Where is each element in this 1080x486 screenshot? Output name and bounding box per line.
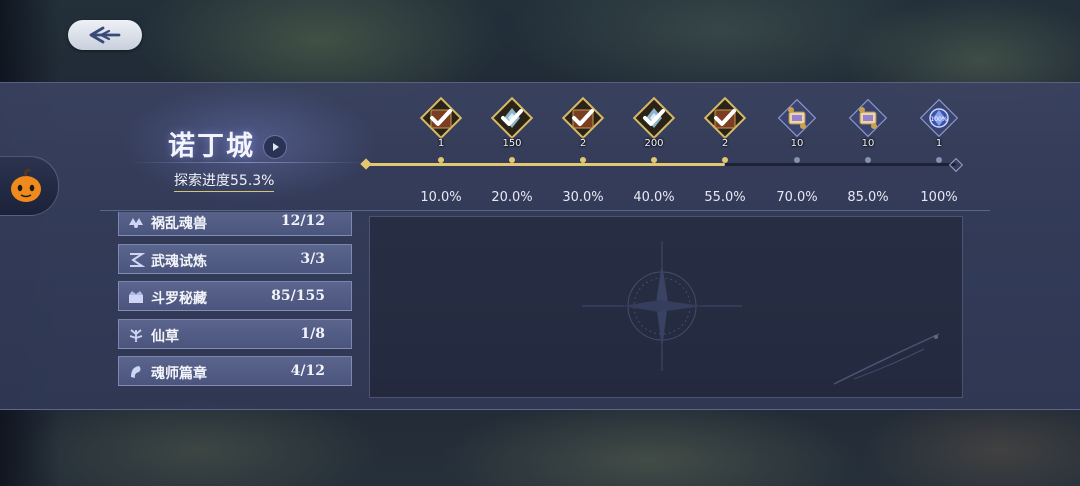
herb-icon: [127, 326, 145, 344]
reward-count: 2: [721, 138, 729, 149]
category-count: 85/155: [271, 288, 325, 304]
milestone-tick: [651, 157, 657, 163]
reward-count: 2: [579, 138, 587, 149]
category-row[interactable]: 斗罗秘藏 85/155: [118, 281, 352, 311]
panel-divider: [100, 210, 990, 211]
reward-count: 200: [644, 138, 664, 149]
milestone-tick: [509, 157, 515, 163]
back-button[interactable]: [68, 20, 142, 50]
exploration-progress-text: 探索进度55.3%: [174, 170, 275, 192]
category-count: 12/12: [280, 213, 325, 229]
beast-icon: [127, 213, 145, 231]
milestone-tick: [438, 157, 444, 163]
back-arrow-icon: [89, 26, 121, 44]
reward-count: 10: [861, 138, 875, 149]
treasure-icon: [127, 288, 145, 306]
chest-icon[interactable]: [417, 94, 465, 142]
chest-icon[interactable]: [559, 94, 607, 142]
badge-icon[interactable]: 100%: [915, 94, 963, 142]
svg-text:100%: 100%: [930, 116, 947, 123]
category-row[interactable]: 魂师篇章 4/12: [118, 356, 352, 386]
category-name: 仙草: [151, 328, 179, 345]
category-list[interactable]: 祸乱魂兽 12/12 武魂试炼 3/3 斗罗秘藏 85/155 仙草 1/8 魂师篇章 4/12: [118, 212, 354, 396]
reward-count: 10: [790, 138, 804, 149]
milestone-tick: [580, 157, 586, 163]
category-name: 祸乱魂兽: [151, 216, 207, 232]
milestone-percent: 10.0%: [420, 190, 462, 205]
chest-icon[interactable]: [701, 94, 749, 142]
category-name: 武魂试炼: [151, 253, 207, 270]
city-detail-arrow-icon[interactable]: [263, 135, 287, 159]
soul-ring-icon[interactable]: [488, 94, 536, 142]
milestone-percent: 40.0%: [633, 190, 675, 205]
reward-count: 1: [437, 138, 445, 149]
reward-count: 150: [502, 138, 522, 149]
scroll-icon[interactable]: [773, 94, 821, 142]
map-preview: [369, 216, 963, 398]
pumpkin-mascot-icon: [11, 169, 41, 202]
progress-track-fill: [366, 163, 725, 166]
chapter-icon: [127, 363, 145, 381]
sparkle-decoration-icon: [833, 333, 940, 385]
milestone-percent: 20.0%: [491, 190, 533, 205]
category-count: 4/12: [290, 363, 325, 379]
category-count: 3/3: [300, 250, 325, 267]
reward-count: 1: [935, 138, 943, 149]
milestone-tick: [794, 157, 800, 163]
city-title: 诺丁城: [168, 131, 255, 162]
track-end-diamond-icon: [948, 157, 962, 171]
milestone-percent: 55.0%: [704, 190, 746, 205]
category-row[interactable]: 仙草 1/8: [118, 318, 352, 349]
category-name: 斗罗秘藏: [151, 291, 207, 307]
milestone-tick: [865, 157, 871, 163]
compass-icon: [582, 241, 742, 371]
mascot-button[interactable]: [0, 156, 59, 216]
milestone-percent: 85.0%: [847, 190, 889, 205]
category-count: 1/8: [300, 325, 325, 342]
milestone-tick: [722, 157, 728, 163]
milestone-percent: 100%: [920, 190, 958, 205]
milestone-percent: 30.0%: [562, 190, 604, 205]
soul-ring-icon[interactable]: [630, 94, 678, 142]
category-name: 魂师篇章: [151, 366, 207, 382]
scroll-icon[interactable]: [844, 94, 892, 142]
milestone-percent: 70.0%: [776, 190, 818, 205]
category-row[interactable]: 祸乱魂兽 12/12: [118, 212, 352, 236]
trial-icon: [127, 251, 146, 269]
milestone-tick: [936, 157, 942, 163]
category-row[interactable]: 武魂试炼 3/3: [118, 243, 352, 274]
